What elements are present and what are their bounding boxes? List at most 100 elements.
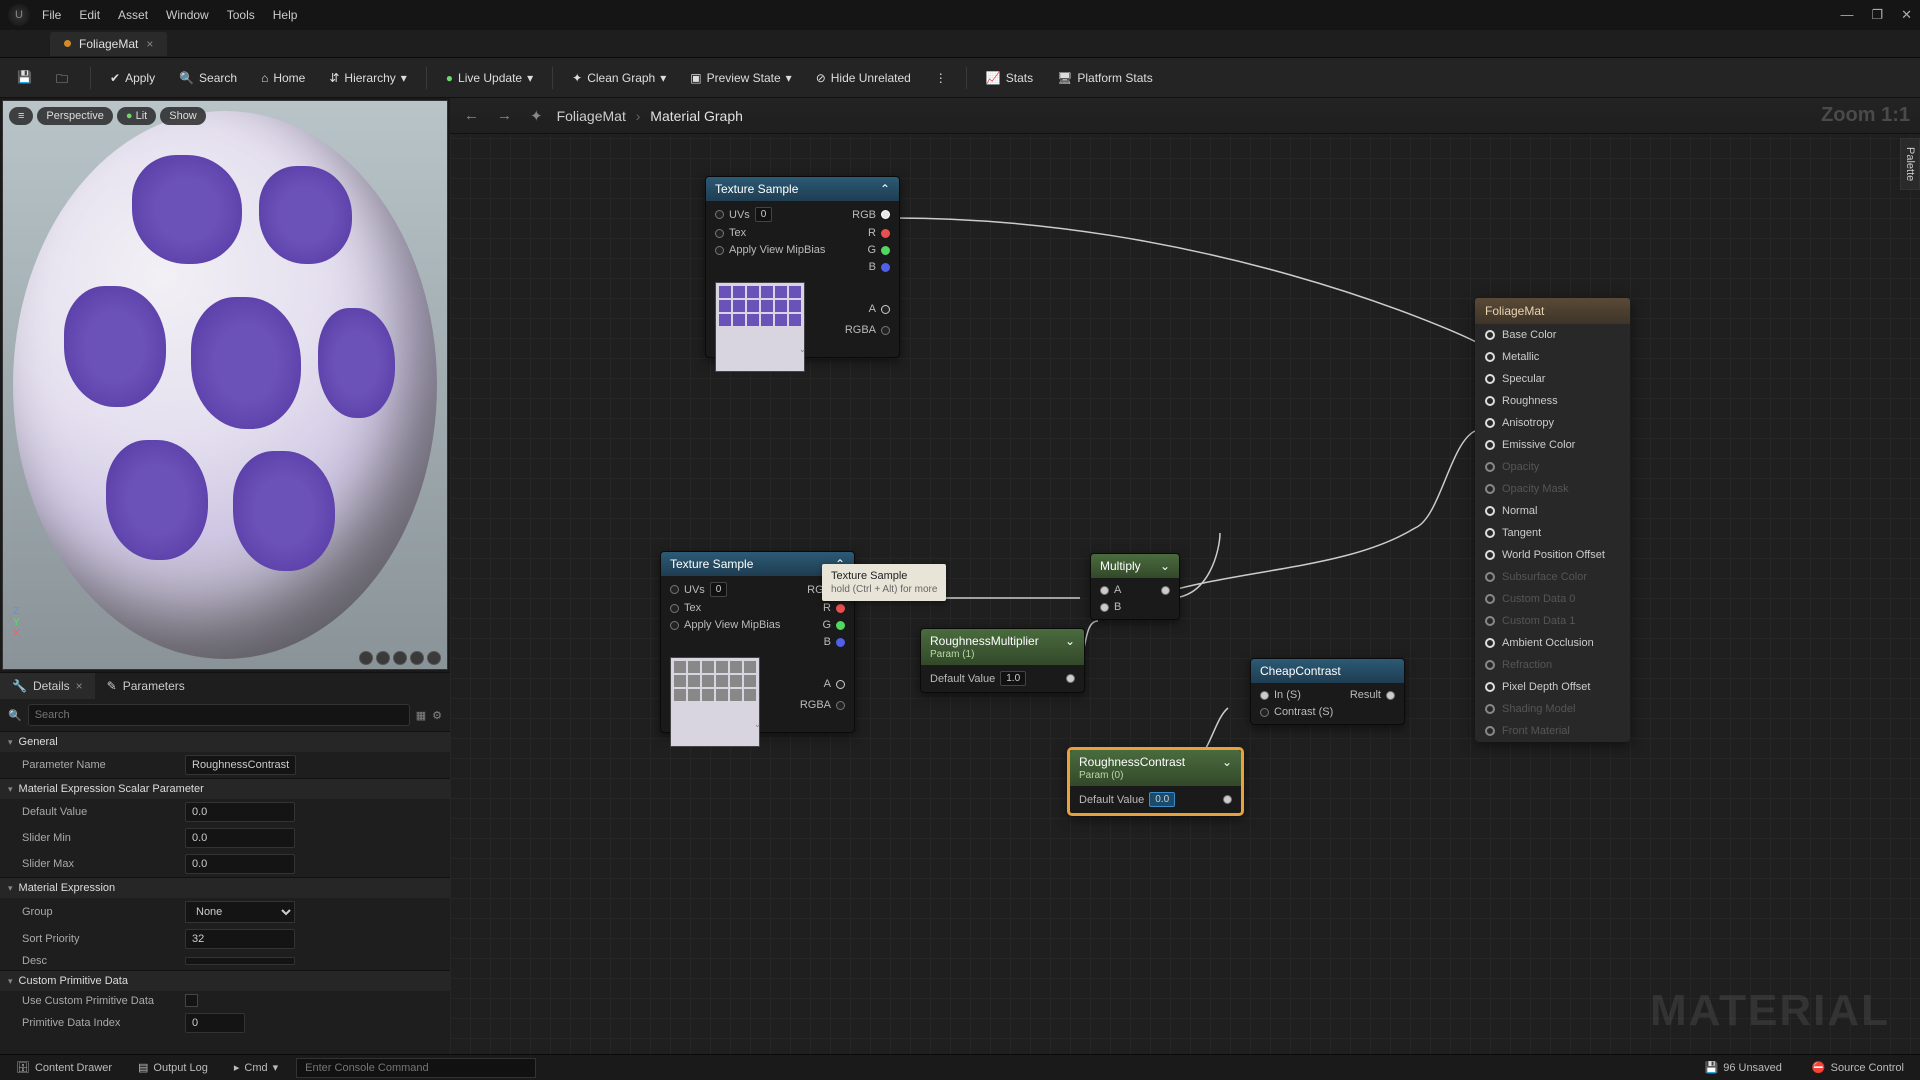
result-pin-specular[interactable]: Specular (1475, 368, 1630, 390)
pin-in[interactable] (670, 621, 679, 630)
pin-r[interactable] (881, 229, 890, 238)
default-value-field[interactable]: 0.0 (1149, 792, 1175, 807)
save-button[interactable]: 💾 (8, 65, 41, 90)
result-pin-shading-model[interactable]: Shading Model (1475, 698, 1630, 720)
material-graph[interactable]: ← → ✦ FoliageMat › Material Graph Zoom 1… (450, 98, 1920, 1054)
clean-graph-button[interactable]: ✦Clean Graph ▾ (563, 66, 675, 90)
primitive-data-index-field[interactable]: 0 (185, 1013, 245, 1033)
result-pin-opacity-mask[interactable]: Opacity Mask (1475, 478, 1630, 500)
pin-out[interactable] (1066, 674, 1075, 683)
stats-button[interactable]: 📈Stats (977, 66, 1042, 90)
param-name-field[interactable]: RoughnessContrast (185, 755, 296, 775)
node-material-output[interactable]: FoliageMat Base ColorMetallicSpecularRou… (1475, 298, 1630, 742)
pin-icon[interactable] (1485, 418, 1495, 428)
hierarchy-button[interactable]: ⇵Hierarchy ▾ (320, 66, 415, 90)
shape-cylinder-icon[interactable] (359, 651, 373, 665)
pin-icon[interactable] (1485, 550, 1495, 560)
pin-icon[interactable] (1485, 726, 1495, 736)
menu-help[interactable]: Help (273, 8, 298, 22)
result-pin-base-color[interactable]: Base Color (1475, 324, 1630, 346)
shape-plane-icon[interactable] (393, 651, 407, 665)
pin-icon[interactable] (1485, 440, 1495, 450)
preview-state-button[interactable]: ▣Preview State ▾ (681, 66, 800, 90)
pin-icon[interactable] (1485, 330, 1495, 340)
pin-icon[interactable] (1485, 484, 1495, 494)
pin-r[interactable] (836, 604, 845, 613)
pin-icon[interactable] (1485, 396, 1495, 406)
node-texture-sample-1[interactable]: Texture Sample⌃ UVs0 RGB Tex R Apply Vie… (705, 176, 900, 358)
nav-forward-icon[interactable]: → (493, 105, 516, 126)
group-select[interactable]: None (185, 901, 295, 923)
viewport-menu-icon[interactable]: ≡ (9, 107, 33, 125)
result-pin-roughness[interactable]: Roughness (1475, 390, 1630, 412)
section-scalar-param[interactable]: Material Expression Scalar Parameter (0, 778, 450, 799)
platform-stats-button[interactable]: 🖥Platform Stats (1048, 66, 1162, 90)
chevron-down-icon[interactable]: ⌄ (1222, 755, 1232, 769)
pin-g[interactable] (836, 621, 845, 630)
result-pin-anisotropy[interactable]: Anisotropy (1475, 412, 1630, 434)
menu-asset[interactable]: Asset (118, 8, 148, 22)
menu-window[interactable]: Window (166, 8, 209, 22)
grid-icon[interactable]: ▦ (416, 709, 426, 722)
pin-out[interactable] (1161, 586, 1170, 595)
result-pin-world-position-offset[interactable]: World Position Offset (1475, 544, 1630, 566)
pin-icon[interactable] (1485, 682, 1495, 692)
chevron-down-icon[interactable]: ⌄ (1065, 634, 1075, 648)
viewport-show[interactable]: Show (160, 107, 206, 125)
pin-a[interactable] (881, 305, 890, 314)
section-custom-primitive-data[interactable]: Custom Primitive Data (0, 970, 450, 991)
close-icon[interactable]: × (76, 679, 83, 693)
tab-details[interactable]: 🔧Details× (0, 673, 95, 699)
use-cpd-checkbox[interactable] (185, 994, 198, 1007)
pin-icon[interactable] (1485, 506, 1495, 516)
pin-b[interactable] (836, 638, 845, 647)
pin-icon[interactable] (1485, 616, 1495, 626)
pin-b[interactable] (881, 263, 890, 272)
result-pin-refraction[interactable]: Refraction (1475, 654, 1630, 676)
breadcrumb[interactable]: FoliageMat › Material Graph (557, 108, 743, 124)
toolbar-more-button[interactable]: ⋮ (926, 66, 956, 90)
hide-unrelated-button[interactable]: ⊘Hide Unrelated (807, 66, 920, 90)
result-pin-metallic[interactable]: Metallic (1475, 346, 1630, 368)
pin-rgb[interactable] (881, 210, 890, 219)
unsaved-badge[interactable]: 💾96 Unsaved (1697, 1058, 1790, 1077)
result-pin-front-material[interactable]: Front Material (1475, 720, 1630, 742)
pin-icon[interactable] (1485, 638, 1495, 648)
result-pin-normal[interactable]: Normal (1475, 500, 1630, 522)
result-pin-pixel-depth-offset[interactable]: Pixel Depth Offset (1475, 676, 1630, 698)
node-roughness-multiplier[interactable]: RoughnessMultiplier⌄ Param (1) Default V… (920, 628, 1085, 693)
node-cheap-contrast[interactable]: CheapContrast In (S) Result Contrast (S) (1250, 658, 1405, 725)
pin-icon[interactable] (1485, 572, 1495, 582)
result-pin-custom-data-1[interactable]: Custom Data 1 (1475, 610, 1630, 632)
uvs-value[interactable]: 0 (710, 582, 728, 597)
pin-icon[interactable] (1485, 374, 1495, 384)
menu-file[interactable]: File (42, 8, 61, 22)
default-value-field[interactable]: 0.0 (185, 802, 295, 822)
shape-sphere-icon[interactable] (376, 651, 390, 665)
pin-icon[interactable] (1485, 704, 1495, 714)
shape-custom-icon[interactable] (427, 651, 441, 665)
pin-a[interactable] (1100, 586, 1109, 595)
cmd-button[interactable]: ▸Cmd ▾ (226, 1058, 286, 1077)
pin-in[interactable] (670, 604, 679, 613)
search-button[interactable]: 🔍Search (170, 66, 246, 90)
tab-foliagemat[interactable]: FoliageMat × (50, 32, 167, 56)
pin-in[interactable] (670, 585, 679, 594)
browse-button[interactable]: 🗀 (47, 65, 80, 90)
nav-back-icon[interactable]: ← (460, 105, 483, 126)
result-pin-custom-data-0[interactable]: Custom Data 0 (1475, 588, 1630, 610)
uvs-value[interactable]: 0 (755, 207, 773, 222)
result-pin-ambient-occlusion[interactable]: Ambient Occlusion (1475, 632, 1630, 654)
source-control-button[interactable]: ⛔Source Control (1804, 1058, 1912, 1077)
viewport-lit[interactable]: ● Lit (117, 107, 156, 125)
pin-out[interactable] (1223, 795, 1232, 804)
slider-max-field[interactable]: 0.0 (185, 854, 295, 874)
section-material-expression[interactable]: Material Expression (0, 877, 450, 898)
menu-tools[interactable]: Tools (227, 8, 255, 22)
gear-icon[interactable]: ⚙ (432, 709, 442, 722)
tab-parameters[interactable]: ✎Parameters (95, 673, 197, 699)
desc-field[interactable] (185, 957, 295, 965)
pin-b[interactable] (1100, 603, 1109, 612)
section-general[interactable]: General (0, 731, 450, 752)
pin-icon[interactable] (1485, 462, 1495, 472)
